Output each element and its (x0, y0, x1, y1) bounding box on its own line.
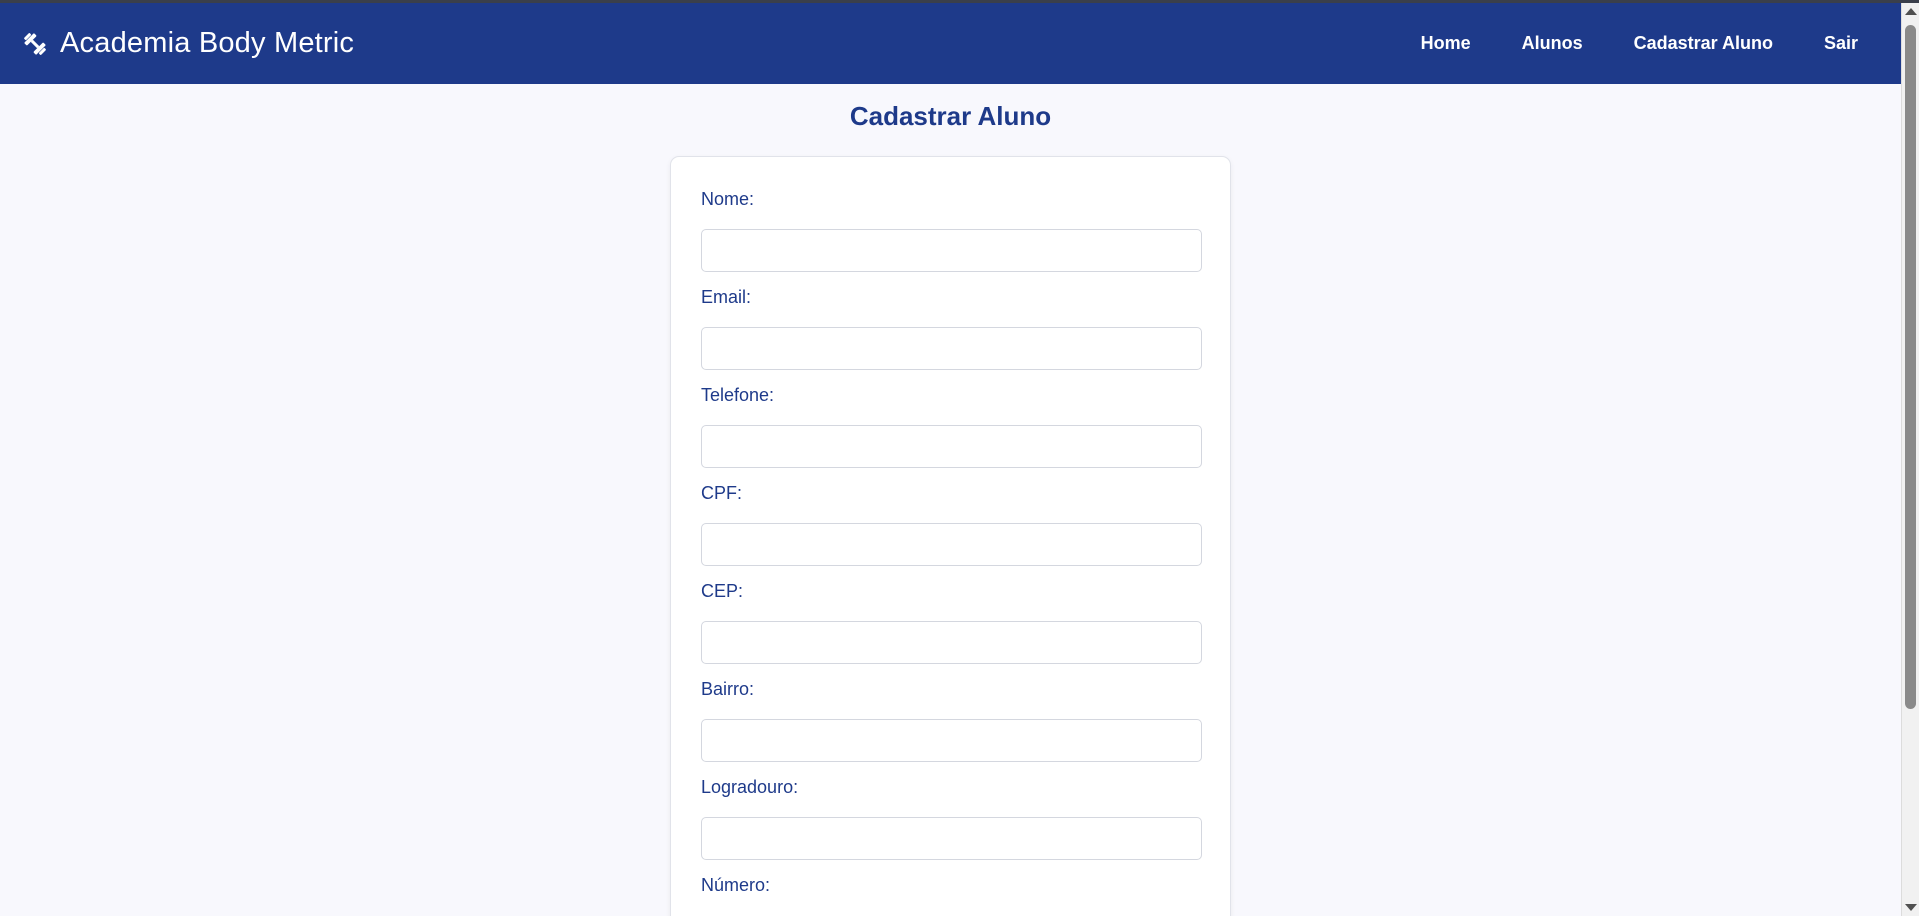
nav-link-cadastrar-aluno[interactable]: Cadastrar Aluno (1634, 33, 1773, 54)
scroll-down-icon[interactable] (1905, 904, 1917, 911)
cep-input[interactable] (701, 621, 1202, 664)
bairro-input[interactable] (701, 719, 1202, 762)
cpf-label: CPF: (701, 483, 743, 503)
brand-link[interactable]: Academia Body Metric (21, 27, 354, 60)
email-label: Email: (701, 287, 752, 307)
nav-link-alunos[interactable]: Alunos (1522, 33, 1583, 54)
student-registration-form: Nome: Email: Telefone: CPF: CEP: Bairro:… (670, 156, 1231, 916)
logradouro-label: Logradouro: (701, 777, 799, 797)
nav-menu: Home Alunos Cadastrar Aluno Sair (1370, 3, 1901, 84)
vertical-scrollbar[interactable] (1901, 3, 1919, 916)
nav-link-home[interactable]: Home (1421, 33, 1471, 54)
nome-label: Nome: (701, 189, 755, 209)
nav-link-sair[interactable]: Sair (1824, 33, 1858, 54)
telefone-label: Telefone: (701, 385, 775, 405)
cep-label: CEP: (701, 581, 744, 601)
nome-input[interactable] (701, 229, 1202, 272)
logradouro-input[interactable] (701, 817, 1202, 860)
page-title: Cadastrar Aluno (849, 101, 1052, 131)
scrollbar-thumb[interactable] (1905, 25, 1916, 709)
scroll-up-icon[interactable] (1905, 8, 1917, 15)
browser-window: Academia Body Metric Home Alunos Cadastr… (0, 0, 1919, 916)
telefone-input[interactable] (701, 425, 1202, 468)
brand-name: Academia Body Metric (60, 27, 355, 59)
numero-label: Número: (701, 875, 771, 895)
dumbbell-icon (21, 30, 49, 58)
cpf-input[interactable] (701, 523, 1202, 566)
bairro-label: Bairro: (701, 679, 755, 699)
navbar: Academia Body Metric Home Alunos Cadastr… (0, 3, 1901, 84)
email-input[interactable] (701, 327, 1202, 370)
